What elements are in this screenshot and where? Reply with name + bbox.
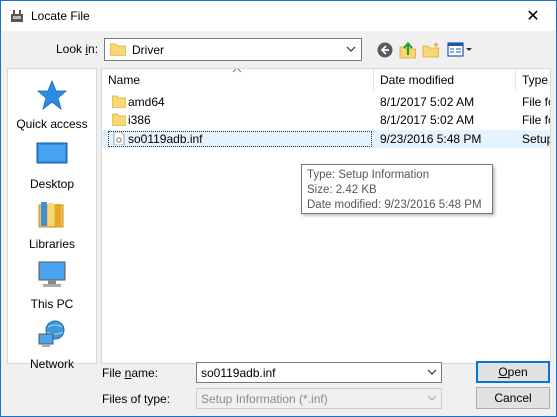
file-type: File fo	[522, 95, 550, 109]
title-bar[interactable]: Locate File ✕	[1, 1, 556, 31]
up-folder-icon[interactable]	[399, 41, 417, 59]
file-info-tooltip: Type: Setup Information Size: 2.42 KB Da…	[301, 164, 493, 214]
app-icon	[11, 10, 23, 22]
file-date: 8/1/2017 5:02 AM	[380, 113, 475, 127]
quick-access-star-icon	[36, 79, 68, 111]
file-name-input[interactable]: so0119adb.inf	[196, 362, 442, 383]
back-icon[interactable]	[376, 41, 394, 59]
file-name: so0119adb.inf	[128, 132, 203, 146]
setup-information-file-icon	[113, 132, 125, 145]
tooltip-type: Type: Setup Information	[307, 169, 430, 181]
place-quick-access[interactable]: Quick access	[8, 79, 96, 137]
tooltip-date-modified: Date modified: 9/23/2016 5:48 PM	[307, 199, 482, 211]
close-button[interactable]: ✕	[510, 1, 556, 31]
folder-icon	[112, 95, 126, 108]
view-menu-icon[interactable]	[447, 41, 473, 59]
place-desktop[interactable]: Desktop	[8, 139, 96, 197]
column-header-date-modified[interactable]: Date modified	[374, 69, 516, 91]
locate-file-dialog: Locate File ✕ Look in: Driver Quick acce…	[0, 0, 557, 417]
file-name: amd64	[128, 95, 165, 109]
file-name-label: File name:	[102, 366, 159, 380]
file-date: 9/23/2016 5:48 PM	[380, 132, 482, 146]
file-name: i386	[128, 113, 151, 127]
places-bar: Quick access Desktop Libraries This PC N…	[7, 68, 97, 371]
file-type: Setup	[522, 132, 551, 146]
folder-icon	[110, 43, 126, 56]
cancel-button[interactable]: Cancel	[476, 387, 550, 409]
new-folder-icon[interactable]	[422, 41, 440, 59]
window-title: Locate File	[31, 9, 90, 23]
place-libraries[interactable]: Libraries	[8, 199, 96, 257]
file-date: 8/1/2017 5:02 AM	[380, 95, 475, 109]
place-network[interactable]: Network	[8, 319, 96, 377]
file-type: File fo	[522, 113, 550, 127]
file-name-value: so0119adb.inf	[201, 366, 276, 380]
file-row-so0119adb[interactable]: so0119adb.inf 9/23/2016 5:48 PM Setup	[102, 130, 551, 148]
desktop-icon	[36, 142, 68, 164]
column-header-name[interactable]: Name	[102, 69, 374, 91]
open-button[interactable]: Open	[476, 361, 550, 383]
close-icon: ✕	[526, 8, 540, 25]
chevron-down-icon	[346, 46, 356, 52]
chevron-down-icon[interactable]	[426, 365, 438, 379]
this-pc-icon	[38, 261, 66, 287]
look-in-dropdown[interactable]: Driver	[104, 38, 362, 61]
place-this-pc[interactable]: This PC	[8, 259, 96, 317]
files-of-type-label: Files of type:	[102, 392, 171, 406]
files-of-type-value: Setup Information (*.inf)	[201, 392, 328, 406]
libraries-icon	[38, 202, 64, 228]
look-in-value: Driver	[132, 43, 164, 57]
file-row-i386[interactable]: i386 8/1/2017 5:02 AM File fo	[102, 111, 550, 129]
file-row-amd64[interactable]: amd64 8/1/2017 5:02 AM File fo	[102, 93, 550, 111]
tooltip-size: Size: 2.42 KB	[307, 184, 377, 196]
chevron-down-icon	[427, 395, 437, 401]
column-header-type[interactable]: Type	[516, 69, 550, 91]
look-in-label: Look in:	[56, 42, 99, 56]
file-list[interactable]: Name Date modified Type amd64 8/1/2017 5…	[101, 68, 551, 364]
folder-icon	[112, 113, 126, 126]
network-icon	[38, 320, 65, 347]
files-of-type-dropdown[interactable]: Setup Information (*.inf)	[196, 388, 442, 409]
